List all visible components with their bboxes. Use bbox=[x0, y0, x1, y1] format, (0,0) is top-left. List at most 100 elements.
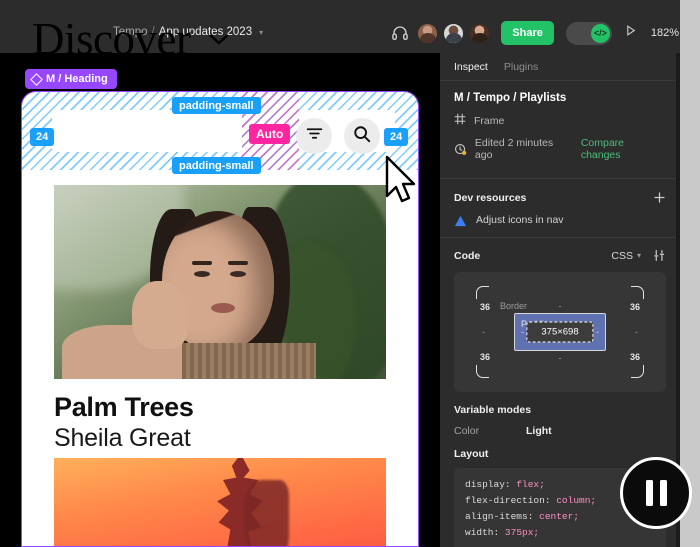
portrait-shape bbox=[228, 261, 248, 265]
tab-plugins[interactable]: Plugins bbox=[504, 61, 538, 73]
search-button[interactable] bbox=[344, 118, 380, 154]
component-badge-label: M / Heading bbox=[46, 73, 108, 85]
filter-icon bbox=[306, 126, 323, 146]
album-artwork-image[interactable] bbox=[54, 185, 386, 379]
padding-left-value[interactable]: 24 bbox=[30, 128, 55, 146]
share-button[interactable]: Share bbox=[501, 21, 554, 45]
portrait-shape bbox=[194, 271, 210, 277]
chevron-down-icon[interactable] bbox=[208, 32, 230, 45]
css-value: center; bbox=[539, 511, 580, 522]
variable-mode-key: Color bbox=[454, 425, 480, 437]
padding-right-value[interactable]: 24 bbox=[384, 128, 409, 146]
css-value: 375px; bbox=[504, 527, 540, 538]
frame-icon bbox=[454, 112, 466, 130]
search-icon bbox=[353, 125, 371, 148]
selection-edited-row: Edited 2 minutes ago Compare changes bbox=[454, 137, 666, 161]
portrait-shape bbox=[192, 261, 212, 265]
portrait-shape bbox=[230, 271, 246, 277]
portrait-shape bbox=[132, 281, 188, 349]
border-bottom-value: - bbox=[558, 353, 562, 363]
avatar[interactable] bbox=[469, 22, 491, 44]
border-left-value: - bbox=[482, 327, 485, 337]
filter-button[interactable] bbox=[296, 118, 332, 154]
content-size-value: 375×698 bbox=[526, 321, 594, 343]
padding-right-value: - bbox=[596, 327, 599, 337]
css-value: column; bbox=[556, 495, 597, 506]
dev-resources-title: Dev resources bbox=[454, 191, 527, 204]
selection-edited-label: Edited 2 minutes ago bbox=[474, 137, 554, 161]
corner-radius-value: 36 bbox=[480, 302, 491, 312]
header-content-band bbox=[52, 110, 242, 152]
padding-top-label[interactable]: padding-small bbox=[172, 97, 261, 114]
selection-type-label: Frame bbox=[474, 115, 505, 127]
box-corner bbox=[631, 365, 644, 378]
component-name-badge[interactable]: M / Heading bbox=[25, 69, 117, 89]
history-icon bbox=[454, 143, 467, 156]
padding-bottom-label[interactable]: padding-small bbox=[172, 157, 261, 174]
css-declaration: width: 375px; bbox=[465, 525, 655, 541]
css-property: width: bbox=[465, 527, 500, 538]
dev-mode-toggle[interactable]: </> bbox=[565, 21, 612, 45]
breadcrumb-caret-icon[interactable]: ▾ bbox=[259, 28, 263, 37]
album-title: Palm Trees bbox=[54, 392, 194, 422]
dev-resources-section: Dev resources Adjust icons in nav bbox=[440, 179, 680, 238]
corner-radius-value: 36 bbox=[480, 352, 491, 362]
selection-title: M / Tempo / Playlists bbox=[454, 92, 567, 104]
zoom-level-value: 182% bbox=[650, 27, 679, 39]
diamond-icon bbox=[30, 72, 43, 86]
css-property: align-items: bbox=[465, 511, 534, 522]
present-play-icon[interactable] bbox=[620, 24, 637, 42]
code-title: Code bbox=[454, 249, 481, 262]
code-section: Code CSS ▾ 36 36 36 36 Border - - - - - … bbox=[440, 238, 680, 392]
discover-heading: Discover bbox=[32, 14, 191, 64]
toolbar-actions: Share </> 182% ▾ bbox=[391, 21, 687, 45]
variable-mode-row[interactable]: Color Light bbox=[454, 425, 666, 437]
layout-title: Layout bbox=[454, 448, 489, 460]
sliders-icon[interactable] bbox=[653, 249, 666, 262]
box-corner bbox=[476, 286, 489, 299]
dev-resource-item[interactable]: Adjust icons in nav bbox=[454, 214, 666, 227]
next-album-artwork-image[interactable] bbox=[54, 458, 386, 547]
css-property: display: bbox=[465, 479, 511, 490]
code-language-select[interactable]: CSS ▾ bbox=[611, 250, 641, 262]
album-artist: Sheila Great bbox=[54, 424, 191, 452]
dev-mode-code-icon: </> bbox=[590, 23, 610, 43]
variable-modes-section: Variable modes Color Light bbox=[440, 404, 680, 437]
border-label: Border bbox=[500, 301, 528, 311]
tab-inspect[interactable]: Inspect bbox=[454, 61, 488, 73]
box-corner bbox=[631, 286, 644, 299]
corner-radius-value: 36 bbox=[629, 352, 640, 362]
selection-info-section: M / Tempo / Playlists Frame Edited 2 min… bbox=[440, 81, 680, 179]
figma-dev-mode-window: Tempo / App updates 2023 ▾ Share </> 182… bbox=[0, 0, 700, 547]
plus-icon[interactable] bbox=[653, 191, 666, 204]
box-model-padding-region: Padding - - - - 375×698 bbox=[514, 313, 606, 351]
border-right-value: - bbox=[635, 327, 638, 337]
variable-mode-value: Light bbox=[526, 425, 552, 437]
plant-silhouette bbox=[243, 480, 290, 547]
dev-resource-label: Adjust icons in nav bbox=[476, 214, 564, 226]
code-header: Code CSS ▾ bbox=[454, 249, 666, 262]
chevron-down-icon: ▾ bbox=[636, 251, 641, 260]
code-language-value: CSS bbox=[611, 249, 633, 262]
collaborator-avatars bbox=[417, 22, 491, 44]
border-top-value: - bbox=[558, 301, 562, 311]
right-rail bbox=[680, 0, 700, 547]
avatar[interactable] bbox=[417, 22, 439, 44]
compare-changes-link[interactable]: Compare changes bbox=[581, 137, 666, 161]
corner-radius-value: 36 bbox=[629, 302, 640, 312]
box-model-diagram[interactable]: 36 36 36 36 Border - - - - Padding - - -… bbox=[454, 272, 666, 392]
avatar[interactable] bbox=[443, 22, 465, 44]
padding-left-value: - bbox=[521, 327, 524, 337]
headphones-icon[interactable] bbox=[391, 24, 409, 42]
pause-button[interactable] bbox=[620, 457, 692, 529]
portrait-shape bbox=[211, 303, 235, 313]
css-property: flex-direction: bbox=[465, 495, 551, 506]
panel-tabs: Inspect Plugins bbox=[440, 53, 680, 81]
auto-spacing-badge[interactable]: Auto bbox=[249, 124, 291, 144]
triangle-icon bbox=[454, 214, 467, 227]
variable-modes-title: Variable modes bbox=[454, 404, 532, 416]
pause-icon bbox=[645, 480, 667, 506]
box-model-border-region: 36 36 36 36 Border - - - - Padding - - -… bbox=[476, 286, 644, 378]
css-value: flex; bbox=[516, 479, 545, 490]
box-corner bbox=[476, 365, 489, 378]
